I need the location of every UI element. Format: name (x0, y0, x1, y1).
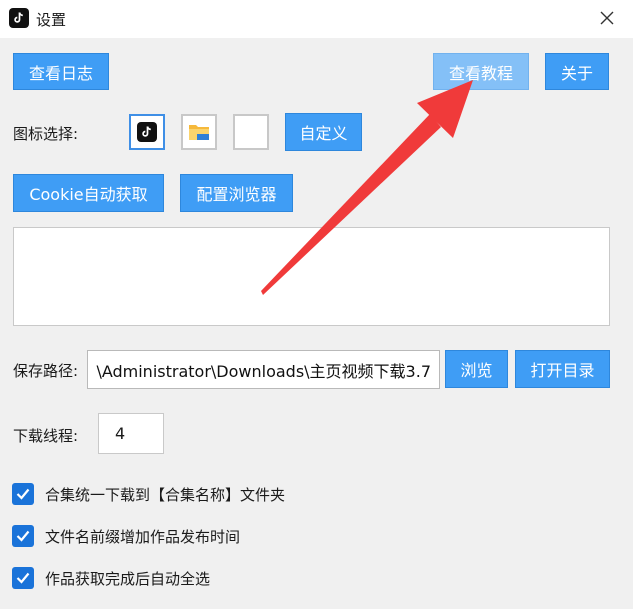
config-browser-button[interactable]: 配置浏览器 (180, 174, 293, 212)
checkbox-checked-icon[interactable] (12, 483, 34, 505)
save-path-value: \Administrator\Downloads\主页视频下载3.7 (96, 361, 431, 381)
download-threads-label: 下载线程: (13, 427, 79, 445)
open-directory-button[interactable]: 打开目录 (515, 350, 610, 388)
close-button[interactable] (595, 6, 619, 30)
tiktok-icon (137, 122, 157, 142)
icon-option-folder[interactable] (181, 114, 217, 150)
icon-option-tiktok[interactable] (129, 114, 165, 150)
option-auto-select-all[interactable]: 作品获取完成后自动全选 (12, 567, 210, 589)
save-path-input[interactable]: \Administrator\Downloads\主页视频下载3.7 (87, 350, 440, 389)
cookie-auto-get-button[interactable]: Cookie自动获取 (13, 174, 164, 212)
option-collection-folder[interactable]: 合集统一下载到【合集名称】文件夹 (12, 483, 285, 505)
icon-option-blank[interactable] (233, 114, 269, 150)
option-label: 文件名前缀增加作品发布时间 (45, 527, 241, 546)
view-tutorial-button[interactable]: 查看教程 (433, 53, 529, 90)
option-label: 作品获取完成后自动全选 (45, 569, 211, 588)
about-button[interactable]: 关于 (545, 53, 609, 90)
download-threads-input[interactable]: 4 (98, 413, 164, 454)
window-title: 设置 (36, 11, 67, 29)
folder-icon (189, 125, 209, 140)
checkbox-checked-icon[interactable] (12, 567, 34, 589)
custom-icon-button[interactable]: 自定义 (285, 113, 362, 151)
close-icon (600, 11, 614, 25)
view-log-button[interactable]: 查看日志 (13, 53, 109, 90)
save-path-label: 保存路径: (13, 362, 79, 380)
tiktok-icon (9, 8, 29, 28)
option-publish-time-prefix[interactable]: 文件名前缀增加作品发布时间 (12, 525, 240, 547)
cookie-textarea[interactable] (13, 227, 610, 326)
icon-select-label: 图标选择: (13, 125, 79, 143)
browse-button[interactable]: 浏览 (445, 350, 508, 388)
checkbox-checked-icon[interactable] (12, 525, 34, 547)
option-label: 合集统一下载到【合集名称】文件夹 (45, 485, 286, 504)
title-bar: 设置 (0, 0, 633, 38)
